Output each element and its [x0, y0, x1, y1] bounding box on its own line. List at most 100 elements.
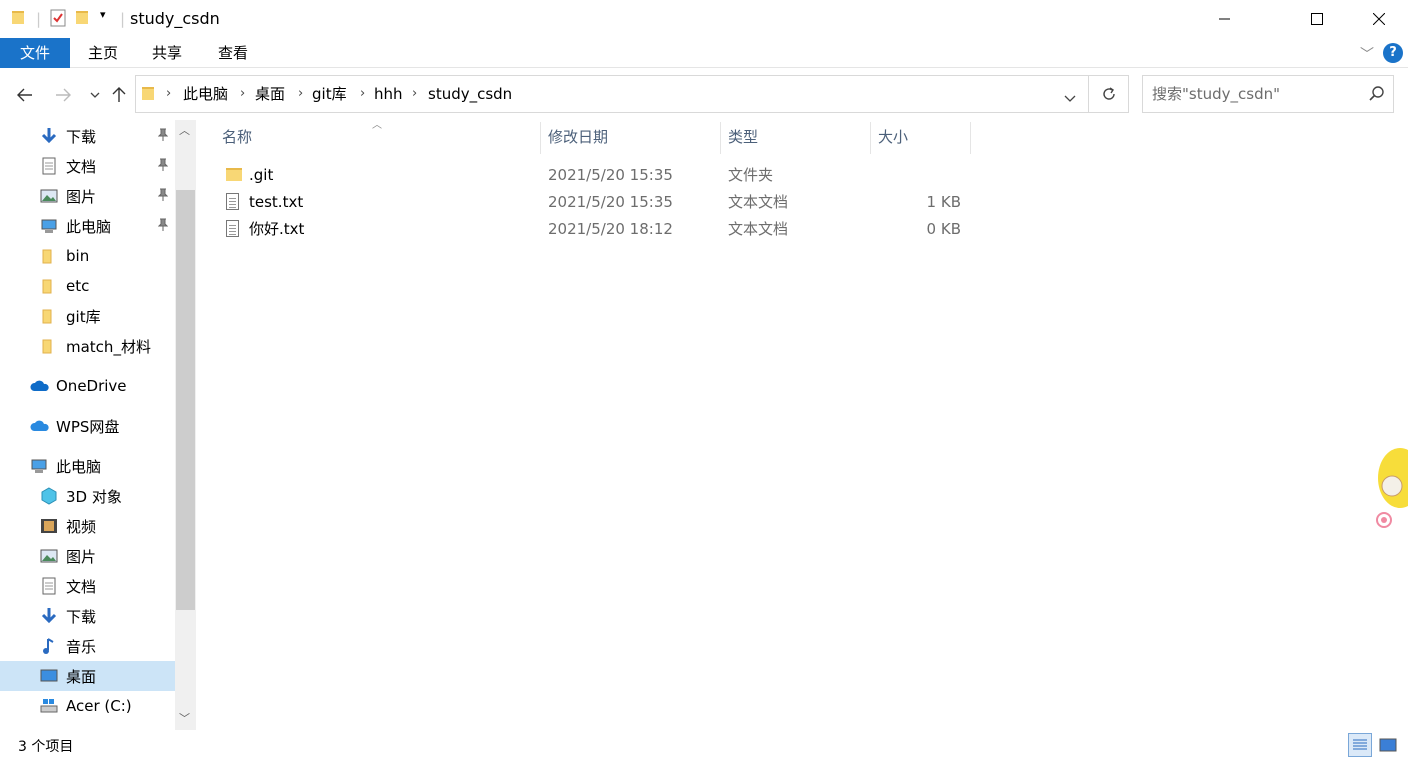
search-icon[interactable]: [1369, 86, 1385, 106]
onedrive-icon: [30, 377, 49, 395]
pin-icon[interactable]: [157, 158, 169, 175]
file-modified: 2021/5/20 15:35: [548, 193, 673, 211]
address-dropdown-icon[interactable]: [1064, 89, 1076, 107]
file-row[interactable]: 你好.txt 2021/5/20 18:12 文本文档 0 KB: [214, 216, 974, 243]
column-divider[interactable]: [720, 122, 721, 154]
file-modified: 2021/5/20 15:35: [548, 166, 673, 184]
sidebar-item-qa-3[interactable]: 此电脑: [40, 211, 169, 241]
breadcrumb-desktop[interactable]: 桌面: [255, 76, 285, 112]
sidebar-item-label: bin: [66, 247, 90, 265]
column-divider[interactable]: [970, 122, 971, 154]
file-type: 文本文档: [728, 193, 789, 211]
scroll-up-icon[interactable]: ︿: [179, 122, 190, 138]
breadcrumb-chevron-icon[interactable]: ›: [412, 76, 417, 112]
sidebar-item-label: WPS网盘: [56, 417, 120, 436]
text-file-icon: [226, 193, 239, 214]
search-input[interactable]: 搜索"study_csdn": [1142, 75, 1394, 113]
sidebar-item-this-pc[interactable]: 此电脑: [30, 451, 101, 481]
desktop-pet-mascot[interactable]: [1370, 428, 1408, 534]
properties-icon[interactable]: [50, 9, 66, 29]
refresh-icon: [1102, 87, 1115, 100]
sidebar-item-wps[interactable]: WPS网盘: [30, 411, 119, 441]
pin-icon[interactable]: [157, 128, 169, 145]
sidebar-item-label: OneDrive: [56, 377, 127, 395]
large-icons-view-button[interactable]: [1376, 733, 1400, 757]
sidebar-item-label: match_材料: [66, 337, 151, 356]
sidebar-item-label: 文档: [66, 157, 97, 176]
address-bar[interactable]: › 此电脑 › 桌面 › git库 › hhh › study_csdn: [135, 75, 1089, 113]
back-button[interactable]: [12, 82, 38, 108]
minimize-button[interactable]: [1202, 0, 1248, 38]
folder-icon: [40, 247, 58, 265]
music-note-icon: [40, 637, 58, 655]
pictures-icon: [40, 547, 58, 565]
column-header-type[interactable]: 类型: [728, 122, 758, 154]
scroll-down-icon[interactable]: ﹀: [179, 710, 190, 726]
download-arrow-icon: [40, 127, 58, 145]
sidebar-item-label: 视频: [66, 517, 97, 536]
column-header-name[interactable]: 名称: [222, 122, 252, 154]
sidebar-item-pc-2[interactable]: 图片: [40, 541, 96, 571]
sidebar-item-pc-4[interactable]: 下载: [40, 601, 96, 631]
breadcrumb-chevron-icon[interactable]: ›: [166, 76, 171, 112]
recent-locations-button[interactable]: [82, 82, 108, 108]
desktop-icon: [40, 667, 58, 685]
refresh-button[interactable]: [1089, 75, 1129, 113]
sidebar-item-label: Acer (C:): [66, 697, 132, 715]
sidebar-item-qa-2[interactable]: 图片: [40, 181, 169, 211]
item-count: 3 个项目: [18, 739, 74, 755]
tab-share[interactable]: 共享: [144, 38, 190, 68]
separator: |: [36, 10, 42, 28]
sidebar-item-qa-5[interactable]: etc: [40, 271, 89, 301]
details-view-button[interactable]: [1348, 733, 1372, 757]
column-divider[interactable]: [540, 122, 541, 154]
pin-icon[interactable]: [157, 218, 169, 235]
maximize-button[interactable]: [1294, 0, 1340, 38]
up-button[interactable]: [106, 82, 132, 108]
file-size: 0 KB: [926, 220, 961, 238]
sidebar-item-pc-3[interactable]: 文档: [40, 571, 96, 601]
sidebar-item-label: 下载: [66, 607, 97, 626]
sidebar-item-pc-0[interactable]: 3D 对象: [40, 481, 122, 511]
file-row[interactable]: test.txt 2021/5/20 15:35 文本文档 1 KB: [214, 189, 974, 216]
sidebar-item-onedrive[interactable]: OneDrive: [30, 371, 127, 401]
sidebar-item-qa-1[interactable]: 文档: [40, 151, 169, 181]
help-icon[interactable]: ?: [1383, 43, 1403, 63]
sidebar-item-qa-7[interactable]: match_材料: [40, 331, 151, 361]
breadcrumb-chevron-icon[interactable]: ›: [360, 76, 365, 112]
sidebar-item-pc-6[interactable]: 桌面: [0, 661, 175, 691]
forward-button[interactable]: [50, 82, 76, 108]
column-header-modified[interactable]: 修改日期: [548, 122, 608, 154]
sidebar-item-pc-7[interactable]: Acer (C:): [40, 691, 132, 721]
close-button[interactable]: [1356, 0, 1402, 38]
sidebar-item-label: 下载: [66, 127, 97, 146]
breadcrumb-chevron-icon[interactable]: ›: [240, 76, 245, 112]
tab-file[interactable]: 文件: [0, 38, 70, 68]
expand-ribbon-icon[interactable]: ﹀: [1360, 44, 1374, 64]
pin-icon[interactable]: [157, 188, 169, 205]
breadcrumb-this-pc[interactable]: 此电脑: [183, 76, 228, 112]
sidebar-item-label: 此电脑: [66, 217, 112, 236]
sidebar-item-label: 音乐: [66, 637, 97, 656]
sidebar-item-pc-5[interactable]: 音乐: [40, 631, 96, 661]
sidebar-item-pc-1[interactable]: 视频: [40, 511, 96, 541]
breadcrumb-hhh[interactable]: hhh: [374, 76, 403, 112]
document-icon: [40, 157, 58, 175]
breadcrumb-chevron-icon[interactable]: ›: [298, 76, 303, 112]
file-row[interactable]: .git 2021/5/20 15:35 文件夹: [214, 162, 974, 189]
new-folder-icon[interactable]: [76, 10, 88, 30]
file-name: .git: [249, 166, 274, 184]
column-header-size[interactable]: 大小: [878, 122, 908, 154]
tab-home[interactable]: 主页: [80, 38, 126, 68]
file-type: 文本文档: [728, 220, 789, 238]
tab-view[interactable]: 查看: [210, 38, 256, 68]
column-divider[interactable]: [870, 122, 871, 154]
sidebar-item-qa-6[interactable]: git库: [40, 301, 101, 331]
breadcrumb-git-repo[interactable]: git库: [312, 76, 347, 112]
breadcrumb-study-csdn[interactable]: study_csdn: [428, 76, 512, 112]
customize-quick-access-icon[interactable]: ▾: [100, 8, 106, 28]
sidebar-item-qa-0[interactable]: 下载: [40, 121, 169, 151]
sidebar-item-qa-4[interactable]: bin: [40, 241, 89, 271]
file-type: 文件夹: [728, 166, 774, 184]
sidebar-scrollbar-thumb[interactable]: [176, 190, 195, 610]
